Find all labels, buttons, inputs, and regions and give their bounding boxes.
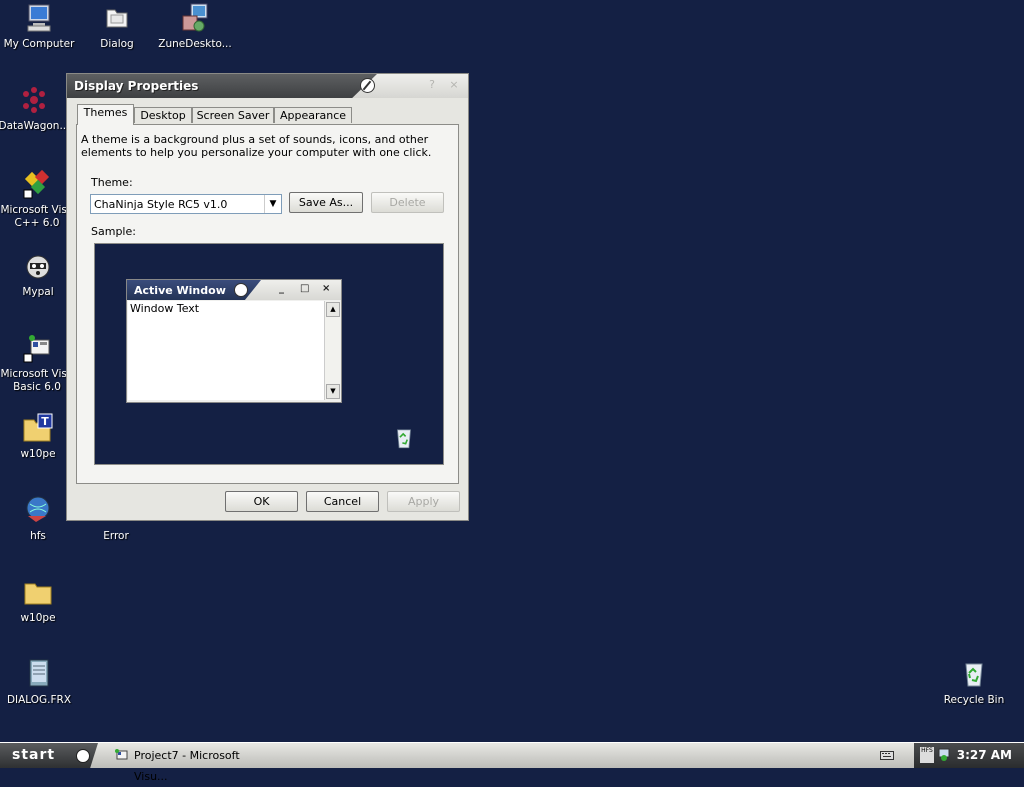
- dialog-title: Display Properties: [74, 79, 199, 93]
- taskbar-item-label: Project7 - Microsoft Visu...: [134, 749, 240, 783]
- frx-file-icon: [23, 658, 55, 690]
- desktop-icon-label: Microsoft Visu Basic 6.0: [0, 368, 74, 393]
- taskbar-item-project7[interactable]: Project7 - Microsoft Visu...: [110, 745, 270, 783]
- start-button[interactable]: start: [0, 743, 98, 768]
- sample-active-window: Active Window _ □ × Window Text ▲ ▼: [126, 279, 342, 403]
- installer-icon: [179, 2, 211, 34]
- recycle-bin-icon: [958, 658, 990, 690]
- tab-appearance[interactable]: Appearance: [274, 107, 352, 123]
- desktop-icon-label: Microsoft Visu C++ 6.0: [0, 204, 74, 229]
- theme-select-value: ChaNinja Style RC5 v1.0: [94, 198, 228, 211]
- theme-label: Theme:: [91, 176, 133, 189]
- tab-screen-saver[interactable]: Screen Saver: [192, 107, 274, 123]
- ok-button[interactable]: OK: [225, 491, 298, 512]
- visual-cpp-icon: [21, 168, 53, 200]
- folder-icon: [22, 576, 54, 608]
- themes-description: A theme is a background plus a set of so…: [81, 133, 432, 159]
- help-button[interactable]: ?: [425, 78, 439, 92]
- maximize-icon: □: [300, 283, 310, 294]
- system-tray: HFS 3:27 AM: [914, 743, 1024, 768]
- desktop-icon-label: Recycle Bin: [943, 694, 1005, 706]
- text-folder-icon: T: [22, 412, 54, 444]
- hfs-icon: [22, 494, 54, 526]
- visual-basic-icon: [21, 332, 53, 364]
- desktop-icon-label: My Computer: [3, 38, 75, 50]
- datawagon-icon: [18, 84, 50, 116]
- sample-preview: Active Window _ □ × Window Text ▲ ▼: [94, 243, 444, 465]
- tab-desktop[interactable]: Desktop: [134, 107, 192, 123]
- network-tray-icon[interactable]: [938, 748, 950, 762]
- save-as-button[interactable]: Save As...: [289, 192, 363, 213]
- delete-button[interactable]: Delete: [371, 192, 444, 213]
- apply-button[interactable]: Apply: [387, 491, 460, 512]
- theme-logo-icon: [360, 78, 375, 93]
- desktop-icon-visual-basic[interactable]: Microsoft Visu Basic 6.0: [0, 332, 76, 394]
- desktop-icon-dialog-frx[interactable]: DIALOG.FRX: [0, 658, 78, 707]
- sample-label: Sample:: [91, 225, 136, 238]
- chevron-down-icon[interactable]: ▼: [264, 195, 281, 213]
- display-properties-dialog: Display Properties ? × Themes Desktop Sc…: [66, 73, 469, 521]
- desktop-icon-datawagon[interactable]: DataWagon...: [0, 84, 73, 133]
- cancel-button[interactable]: Cancel: [306, 491, 379, 512]
- desktop-icon-visual-cpp[interactable]: Microsoft Visu C++ 6.0: [0, 168, 76, 230]
- minimize-icon: _: [279, 283, 284, 294]
- desktop-icon-label: Error: [103, 530, 129, 542]
- desktop-icon-label: Dialog: [100, 38, 134, 50]
- desktop-icon-label: w10pe: [20, 612, 56, 624]
- sample-window-text: Window Text: [130, 302, 200, 315]
- desktop-icon-my-computer[interactable]: My Computer: [0, 2, 78, 51]
- svg-text:T: T: [41, 415, 49, 428]
- close-icon: ×: [322, 283, 331, 294]
- start-label: start: [12, 747, 56, 763]
- desktop-icon-label: DIALOG.FRX: [6, 694, 72, 706]
- taskbar: start Project7 - Microsoft Visu... HFS 3…: [0, 742, 1024, 783]
- mypal-icon: [22, 250, 54, 282]
- close-button[interactable]: ×: [447, 78, 461, 92]
- sample-scrollbar: ▲ ▼: [324, 301, 340, 400]
- dialog-titlebar[interactable]: Display Properties ? ×: [67, 74, 468, 98]
- desktop-icon-label: hfs: [30, 530, 46, 542]
- clock[interactable]: 3:27 AM: [957, 748, 1012, 762]
- desktop-icon-label: ZuneDeskto...: [158, 38, 232, 50]
- sample-recycle-bin-icon: [391, 424, 417, 452]
- sample-client-area: Window Text: [128, 301, 324, 400]
- tab-themes[interactable]: Themes: [77, 104, 134, 125]
- desktop-icon-zune[interactable]: ZuneDeskto...: [156, 2, 234, 51]
- start-logo-icon: [76, 749, 90, 763]
- keyboard-icon[interactable]: [880, 749, 894, 761]
- sample-window-title: Active Window: [134, 284, 226, 297]
- visual-basic-icon: [114, 748, 128, 762]
- desktop-icon-dialog[interactable]: Dialog: [78, 2, 156, 51]
- scroll-up-icon: ▲: [326, 302, 340, 317]
- desktop-icon-label: DataWagon...: [0, 120, 70, 132]
- my-computer-icon: [23, 2, 55, 34]
- folder-icon: [101, 2, 133, 34]
- scroll-down-icon: ▼: [326, 384, 340, 399]
- theme-select[interactable]: ChaNinja Style RC5 v1.0 ▼: [90, 194, 282, 214]
- desktop-icon-recycle-bin[interactable]: Recycle Bin: [935, 658, 1013, 707]
- sample-titlebar: Active Window _ □ ×: [127, 280, 341, 300]
- sample-logo-icon: [234, 283, 248, 297]
- desktop-icon-w10pe-folder[interactable]: w10pe: [0, 576, 77, 625]
- hfs-tray-icon[interactable]: HFS: [920, 747, 934, 763]
